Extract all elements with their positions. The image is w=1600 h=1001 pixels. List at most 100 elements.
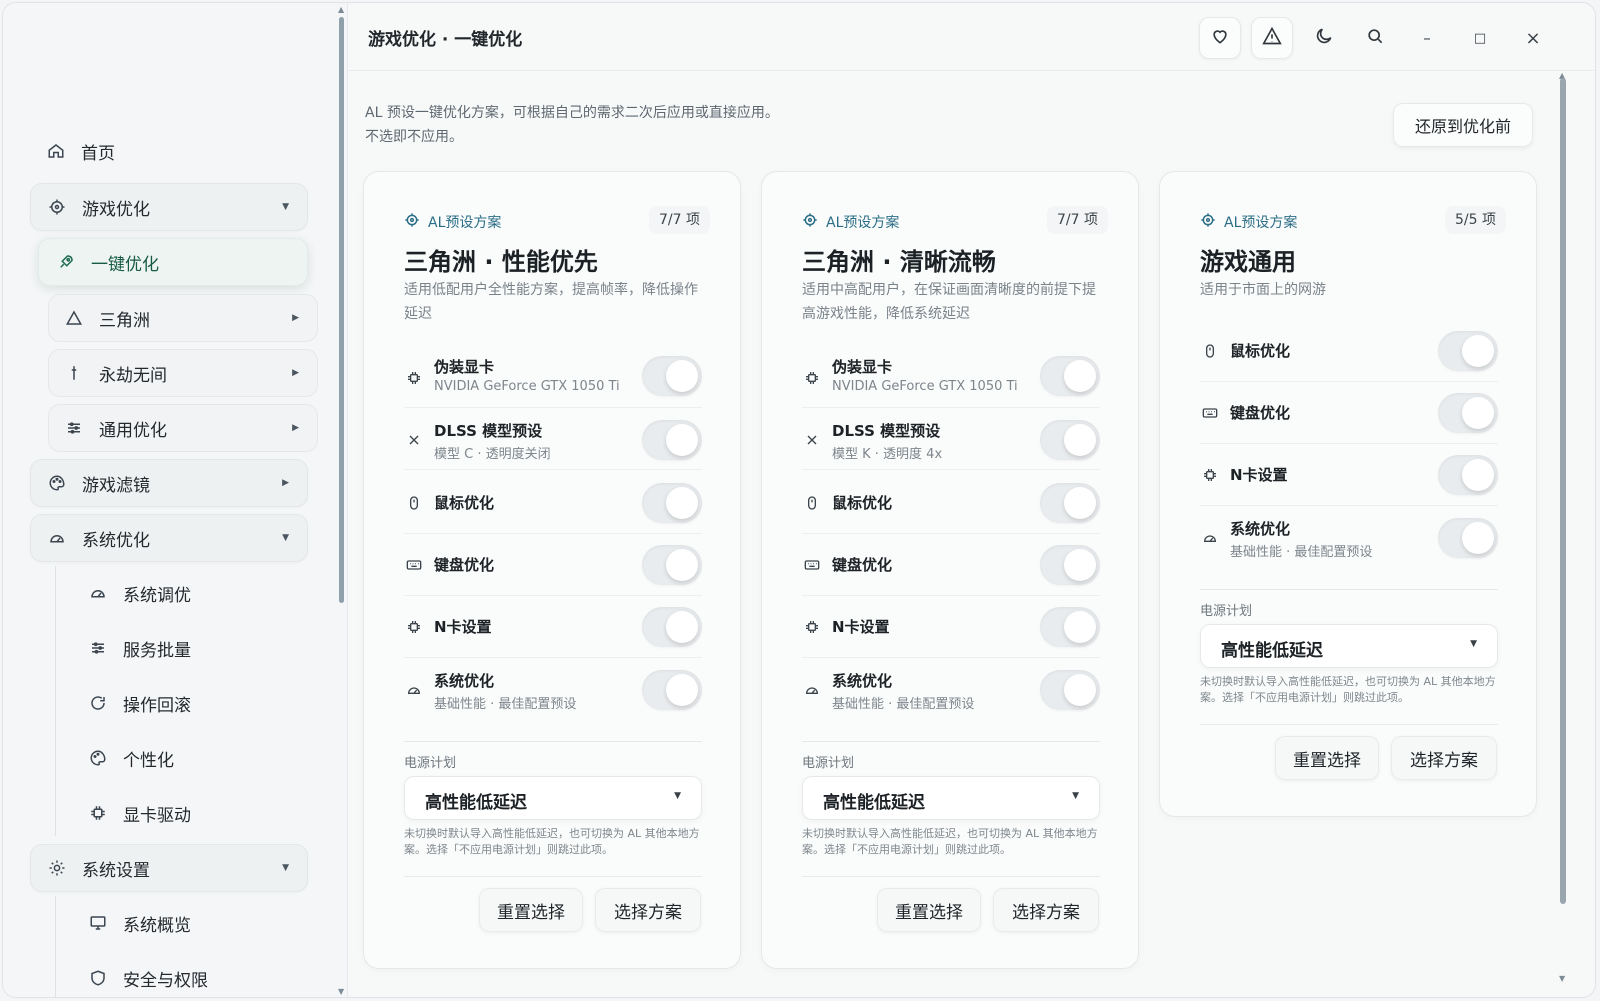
toggle-knob (1462, 459, 1494, 491)
chip-icon (1200, 465, 1220, 485)
option-toggle[interactable] (1438, 518, 1498, 558)
sliders-icon (63, 417, 85, 439)
option-name: DLSS 模型预设 (832, 422, 941, 440)
sidebar-item-services[interactable]: 服务批量 (87, 624, 307, 672)
theme-toggle-button[interactable] (1303, 17, 1345, 59)
toggle-knob (1064, 487, 1096, 519)
option-toggle[interactable] (1438, 455, 1498, 495)
plan-tag-label: AL预设方案 (826, 215, 900, 231)
option-name: N卡设置 (832, 618, 890, 636)
main-scroll-down-icon[interactable]: ▼ (1559, 974, 1565, 983)
power-plan-value: 高性能低延迟 (1221, 641, 1323, 661)
sidebar-item-one-click[interactable]: 一键优化 (38, 238, 308, 286)
search-button[interactable] (1354, 17, 1396, 59)
sidebar-item-game-opt[interactable]: 游戏优化 ▼ (30, 183, 308, 231)
plan-subtitle: 适用中高配用户，在保证画面清晰度的前提下提高游戏性能，降低系统延迟 (802, 282, 1096, 322)
sidebar-item-label: 永劫无间 (99, 365, 167, 386)
option-row: N卡设置 (1200, 444, 1498, 506)
option-toggle[interactable] (1438, 331, 1498, 371)
plan-subtitle: 适用于市面上的网游 (1200, 282, 1326, 298)
reset-selection-button[interactable]: 重置选择 (479, 888, 583, 932)
choose-plan-button[interactable]: 选择方案 (1391, 736, 1497, 780)
power-plan-select[interactable]: 高性能低延迟 ▼ (404, 776, 702, 820)
sidebar-scroll-down-icon[interactable]: ▼ (338, 987, 344, 996)
toggle-knob (666, 487, 698, 519)
sidebar-item-sys-tune[interactable]: 系统调优 (87, 569, 307, 617)
option-toggle[interactable] (1040, 420, 1100, 460)
plan-title: 三角洲 · 清晰流畅 (802, 248, 996, 276)
option-toggle[interactable] (1438, 393, 1498, 433)
gauge-icon (802, 680, 822, 700)
warning-icon (1262, 26, 1282, 50)
option-toggle[interactable] (1040, 607, 1100, 647)
palette-icon (46, 472, 68, 494)
sidebar-item-label: 游戏优化 (82, 199, 150, 220)
home-icon (45, 140, 67, 162)
maximize-button[interactable]: □ (1459, 17, 1501, 59)
sidebar-item-label: 显卡驱动 (123, 805, 191, 826)
power-plan-label: 电源计划 (404, 756, 457, 771)
option-name: N卡设置 (434, 618, 492, 636)
option-toggle[interactable] (642, 545, 702, 585)
plan-card: AL预设方案 7/7 项 三角洲 · 清晰流畅 适用中高配用户，在保证画面清晰度… (761, 171, 1139, 969)
close-button[interactable]: × (1512, 17, 1554, 59)
sidebar-scroll-up-icon[interactable]: ▲ (338, 5, 344, 14)
reset-selection-button[interactable]: 重置选择 (1275, 736, 1379, 780)
shield-icon (87, 967, 109, 989)
main-scrollbar[interactable] (1560, 78, 1566, 904)
minimize-button[interactable]: – (1406, 17, 1448, 59)
option-toggle[interactable] (1040, 356, 1100, 396)
sidebar-item-naraka[interactable]: 永劫无间 ▶ (48, 349, 318, 397)
option-count-badge: 7/7 项 (649, 206, 710, 234)
plan-tag-label: AL预设方案 (428, 215, 502, 231)
plan-tag: AL预设方案 (404, 212, 501, 232)
option-toggle[interactable] (1040, 483, 1100, 523)
option-row: N卡设置 (802, 596, 1100, 658)
chip-icon (87, 802, 109, 824)
power-plan-select[interactable]: 高性能低延迟 ▼ (1200, 624, 1498, 668)
toggle-knob (666, 424, 698, 456)
sidebar-item-sys-opt[interactable]: 系统优化 ▼ (30, 514, 308, 562)
option-name: 伪装显卡 (832, 358, 893, 376)
power-plan-value: 高性能低延迟 (425, 793, 527, 813)
warning-button[interactable] (1251, 17, 1293, 59)
power-plan-select[interactable]: 高性能低延迟 ▼ (802, 776, 1100, 820)
sidebar-item-sys-overview[interactable]: 系统概览 (87, 899, 307, 947)
rocket-icon (55, 251, 77, 273)
sidebar-item-security[interactable]: 安全与权限 (87, 954, 307, 997)
reset-selection-button[interactable]: 重置选择 (877, 888, 981, 932)
sidebar-item-gpu-driver[interactable]: 显卡驱动 (87, 789, 307, 837)
option-toggle[interactable] (642, 356, 702, 396)
option-toggle[interactable] (642, 483, 702, 523)
sidebar-scrollbar[interactable] (339, 17, 344, 603)
choose-plan-button[interactable]: 选择方案 (993, 888, 1099, 932)
sidebar-item-home[interactable]: 首页 (45, 127, 305, 175)
sidebar-item-personal[interactable]: 个性化 (87, 734, 307, 782)
sidebar-item-general[interactable]: 通用优化 ▶ (48, 404, 318, 452)
option-toggle[interactable] (642, 670, 702, 710)
sidebar-item-sys-settings[interactable]: 系统设置 ▼ (30, 844, 308, 892)
sidebar-item-rollback[interactable]: 操作回滚 (87, 679, 307, 727)
choose-plan-button[interactable]: 选择方案 (595, 888, 701, 932)
sidebar-item-filter[interactable]: 游戏滤镜 ▶ (30, 459, 308, 507)
toggle-knob (1064, 424, 1096, 456)
option-toggle[interactable] (642, 420, 702, 460)
restore-button[interactable]: 还原到优化前 (1393, 103, 1533, 147)
option-name: 键盘优化 (434, 556, 495, 574)
target-icon (404, 212, 428, 232)
option-row: 鼠标优化 (404, 472, 702, 534)
option-toggle[interactable] (642, 607, 702, 647)
power-plan-label: 电源计划 (1200, 604, 1253, 619)
option-toggle[interactable] (1040, 545, 1100, 585)
option-toggle[interactable] (1040, 670, 1100, 710)
sidebar-item-label: 通用优化 (99, 420, 167, 441)
option-count-badge: 5/5 项 (1445, 206, 1506, 234)
sidebar-item-delta[interactable]: 三角洲 ▶ (48, 294, 318, 342)
gauge-icon (404, 680, 424, 700)
triangle-icon (63, 307, 85, 329)
toggle-knob (666, 674, 698, 706)
option-row: DLSS 模型预设 模型 K · 透明度 4x (802, 408, 1100, 470)
option-row: 键盘优化 (802, 534, 1100, 596)
gauge-icon (1200, 528, 1220, 548)
favorite-button[interactable] (1199, 17, 1241, 59)
